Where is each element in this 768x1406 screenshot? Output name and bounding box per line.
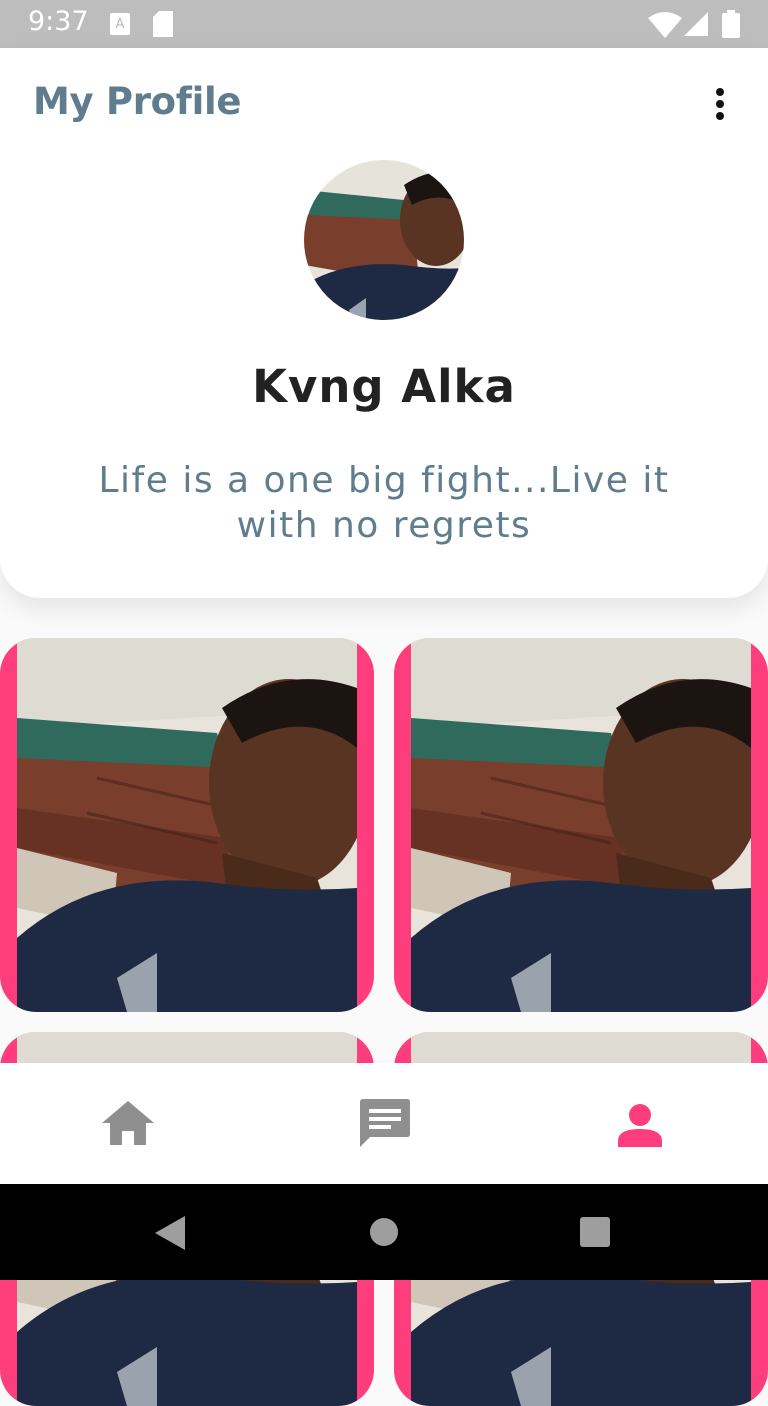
sd-card-icon bbox=[153, 11, 173, 37]
photo-card[interactable] bbox=[394, 638, 768, 1012]
nav-chat[interactable] bbox=[256, 1063, 512, 1184]
page-title: My Profile bbox=[33, 80, 242, 123]
back-icon[interactable] bbox=[155, 1216, 185, 1250]
photo-card[interactable] bbox=[0, 638, 374, 1012]
profile-bio: Life is a one big fight...Live it with n… bbox=[98, 460, 670, 546]
home-icon bbox=[102, 1101, 154, 1145]
profile-name: Kvng Alka bbox=[252, 360, 516, 413]
battery-icon bbox=[722, 10, 740, 38]
recents-icon[interactable] bbox=[580, 1217, 610, 1247]
profile-card: My Profile Kvng Alka Life is a one big f… bbox=[0, 48, 768, 598]
more-vert-icon[interactable] bbox=[704, 84, 736, 124]
avatar[interactable] bbox=[304, 160, 464, 320]
nav-home[interactable] bbox=[0, 1063, 256, 1184]
system-nav-bar bbox=[0, 1184, 768, 1280]
photo-image bbox=[411, 638, 751, 1012]
svg-text:A: A bbox=[116, 17, 125, 32]
signal-icon bbox=[684, 12, 708, 36]
person-icon bbox=[618, 1104, 662, 1147]
bottom-nav bbox=[0, 1063, 768, 1184]
wifi-icon bbox=[648, 12, 682, 38]
nav-profile[interactable] bbox=[512, 1063, 768, 1184]
a-icon: A bbox=[110, 13, 130, 35]
chat-icon bbox=[360, 1099, 410, 1147]
status-time: 9:37 bbox=[28, 6, 89, 37]
home-circle-icon[interactable] bbox=[369, 1217, 399, 1247]
status-bar: 9:37 A bbox=[0, 0, 768, 48]
photo-image bbox=[17, 638, 357, 1012]
